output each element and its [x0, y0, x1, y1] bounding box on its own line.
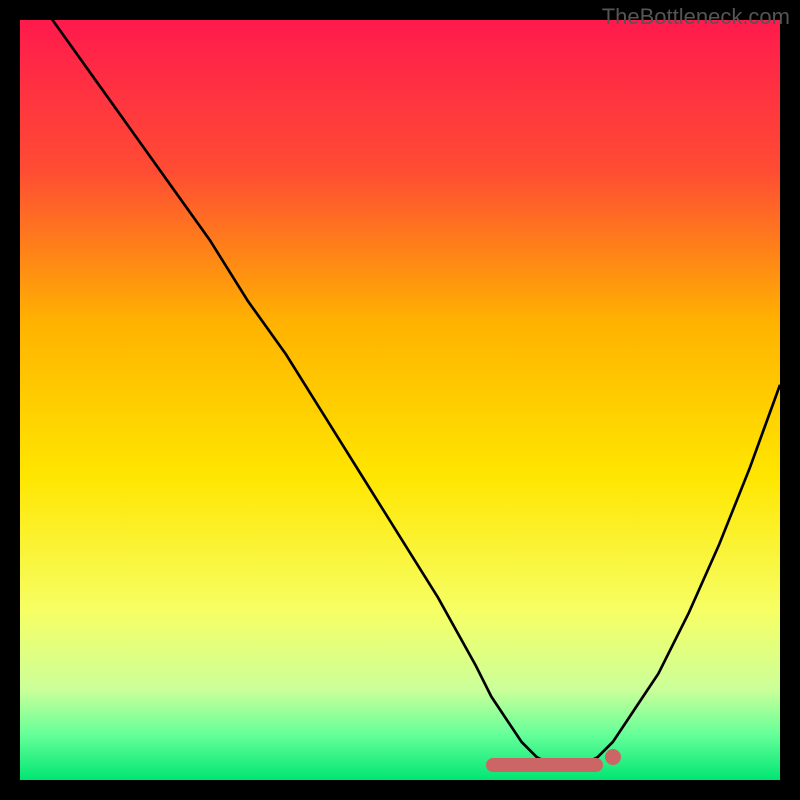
- chart-plot-area: [20, 20, 780, 780]
- optimal-point-dot: [605, 749, 621, 765]
- watermark-text: TheBottleneck.com: [602, 4, 790, 30]
- bottleneck-curve: [20, 20, 780, 780]
- optimal-range-band: [486, 758, 602, 772]
